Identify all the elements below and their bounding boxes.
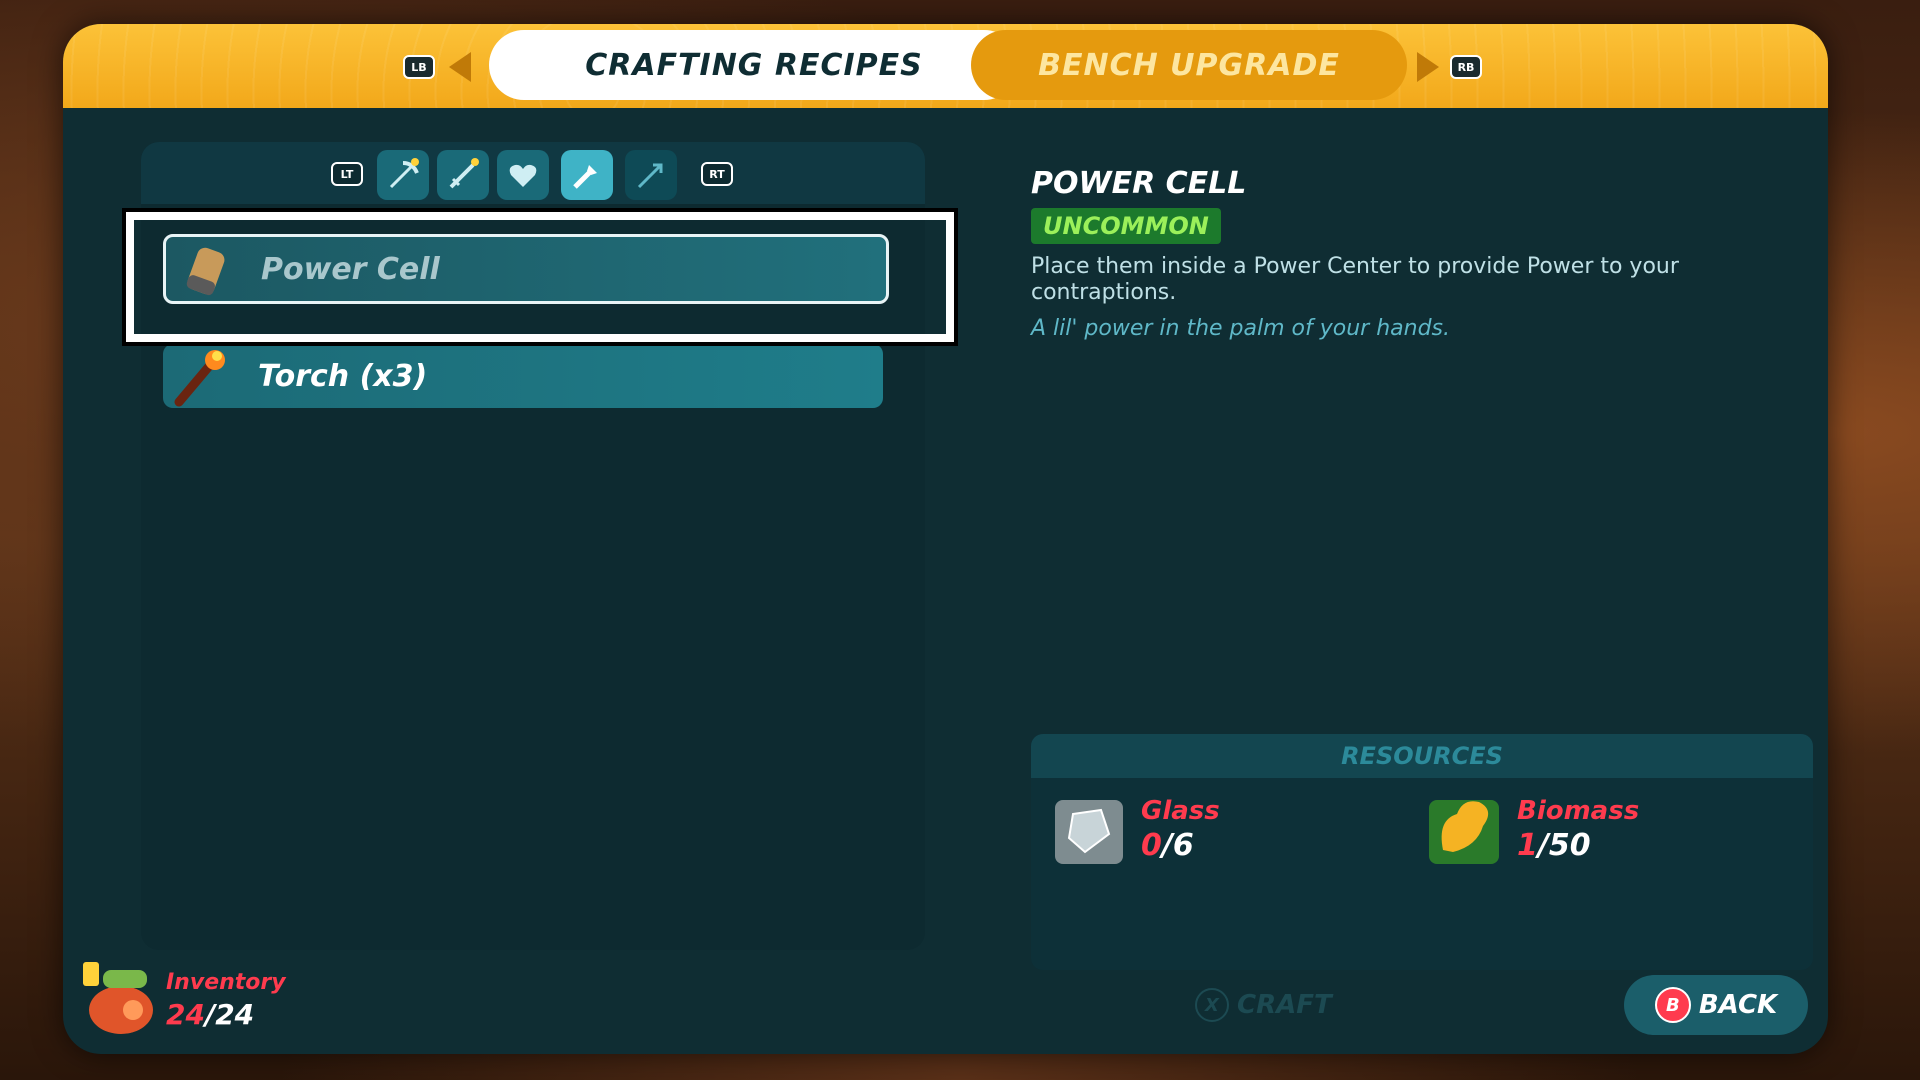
back-button[interactable]: B BACK (1624, 975, 1808, 1035)
craft-label: CRAFT (1237, 990, 1332, 1020)
rarity-badge: UNCOMMON (1031, 208, 1221, 244)
item-title: POWER CELL (1031, 166, 1247, 201)
rt-button-icon[interactable]: RT (701, 162, 733, 186)
resource-name: Glass (1141, 796, 1220, 826)
rb-button-icon[interactable]: RB (1450, 55, 1482, 79)
torch-icon (573, 165, 597, 189)
lt-button-icon[interactable]: LT (331, 162, 363, 186)
b-button-icon: B (1654, 987, 1691, 1023)
pickaxe-icon (389, 158, 419, 189)
category-utility[interactable] (561, 150, 613, 200)
biomass-icon (1429, 800, 1499, 864)
resources-header: RESOURCES (1031, 734, 1813, 778)
back-label: BACK (1698, 990, 1778, 1020)
recipe-item-power-cell[interactable]: Power Cell (163, 234, 889, 304)
torch-icon (174, 350, 225, 407)
arrow-icon (637, 163, 663, 189)
tab-right-arrow-icon[interactable] (1417, 52, 1439, 82)
inventory-label: Inventory (166, 970, 286, 995)
power-cell-icon (186, 247, 225, 296)
lb-button-icon[interactable]: LB (403, 55, 435, 79)
resources-panel: RESOURCES Glass 0/6 Biomass 1/50 (1031, 734, 1813, 970)
category-weapons[interactable] (437, 150, 489, 200)
tab-crafting-recipes[interactable]: CRAFTING RECIPES (489, 30, 1019, 100)
craft-button[interactable]: X CRAFT (1195, 988, 1332, 1022)
recipe-label: Torch (x3) (258, 358, 428, 394)
recipe-item-torch[interactable]: Torch (x3) (163, 344, 883, 408)
category-health[interactable] (497, 150, 549, 200)
category-ammo[interactable] (625, 150, 677, 200)
x-button-icon: X (1195, 988, 1229, 1022)
inventory-backpack-icon (83, 962, 153, 1034)
tab-bench-upgrade[interactable]: BENCH UPGRADE (971, 30, 1407, 100)
resource-name: Biomass (1517, 796, 1640, 826)
recipe-label: Power Cell (261, 251, 440, 287)
resource-count: 0/6 (1141, 828, 1194, 863)
item-flavor-text: A lil' power in the palm of your hands. (1031, 316, 1450, 341)
item-description: Place them inside a Power Center to prov… (1031, 254, 1679, 305)
tab-left-arrow-icon[interactable] (449, 52, 471, 82)
category-tools[interactable] (377, 150, 429, 200)
category-strip: LT RT (141, 142, 925, 204)
resource-count: 1/50 (1517, 828, 1591, 863)
sword-icon (449, 158, 479, 189)
glass-icon (1055, 800, 1123, 864)
inventory-count: 24/24 (166, 998, 255, 1031)
crafting-panel: LB CRAFTING RECIPES BENCH UPGRADE RB LT (63, 24, 1828, 1054)
heart-icon (509, 164, 537, 187)
